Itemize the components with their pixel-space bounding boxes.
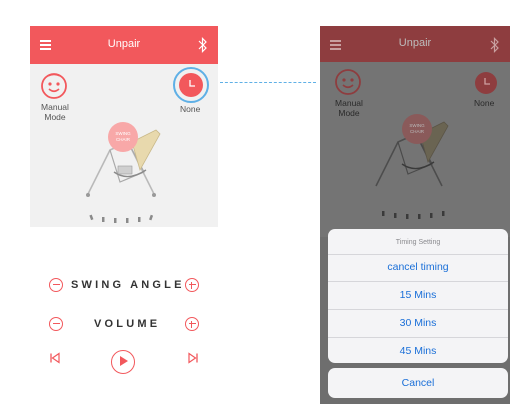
- play-button[interactable]: [111, 350, 135, 374]
- app-header-dimmed: Unpair: [320, 26, 510, 62]
- sheet-divider: [328, 254, 508, 255]
- swing-level-dots: [89, 214, 154, 223]
- cancel-sheet-button[interactable]: Cancel: [328, 368, 508, 398]
- phone-left: Unpair Manual Mode None SWING CHAIR SWIN…: [30, 26, 218, 398]
- timing-action-sheet: Timing Setting cancel timing 15 Mins 30 …: [328, 229, 508, 363]
- option-45-mins[interactable]: 45 Mins: [328, 345, 508, 357]
- clock-icon: [189, 80, 195, 87]
- badge-line2: CHAIR: [409, 129, 424, 134]
- swing-level-dots: [382, 211, 445, 219]
- phone-right: Unpair Manual Mode None SWING CHAIR Timi…: [320, 26, 510, 404]
- sheet-divider: [328, 281, 508, 282]
- option-30-mins[interactable]: 30 Mins: [328, 317, 508, 329]
- timer-button[interactable]: [179, 73, 203, 97]
- timer-value-label: None: [180, 104, 201, 114]
- bluetooth-icon[interactable]: [197, 36, 209, 54]
- header-title: Unpair: [398, 37, 432, 49]
- smiley-face-icon: [335, 69, 361, 95]
- next-track-icon[interactable]: [187, 352, 199, 364]
- volume-label: VOLUME: [94, 318, 161, 330]
- timer-button: [475, 72, 497, 94]
- timer-value-label: None: [474, 98, 495, 108]
- header-title[interactable]: Unpair: [30, 38, 218, 50]
- swing-angle-label: SWING ANGLE: [71, 279, 185, 291]
- badge-line2: CHAIR: [115, 137, 130, 142]
- sheet-divider: [328, 309, 508, 310]
- sheet-title: Timing Setting: [395, 239, 441, 246]
- swing-chair-badge: SWING CHAIR: [108, 122, 138, 152]
- mode-label-line1: Manual: [335, 98, 363, 108]
- swing-panel-dimmed: Manual Mode None SWING CHAIR: [320, 62, 510, 237]
- option-cancel-timing[interactable]: cancel timing: [328, 261, 508, 273]
- mode-label-line1: Manual: [41, 102, 69, 112]
- clock-icon: [484, 78, 490, 85]
- app-header: Unpair: [30, 26, 218, 64]
- cancel-label: Cancel: [401, 377, 435, 389]
- swing-chair-badge: SWING CHAIR: [402, 114, 432, 144]
- previous-track-icon[interactable]: [49, 352, 61, 364]
- option-15-mins[interactable]: 15 Mins: [328, 289, 508, 301]
- volume-decrease-button[interactable]: [49, 317, 63, 331]
- swing-angle-decrease-button[interactable]: [49, 278, 63, 292]
- bluetooth-icon: [490, 37, 499, 53]
- smiley-face-icon[interactable]: [40, 72, 68, 100]
- swing-panel: Manual Mode None SWING CHAIR: [30, 64, 218, 227]
- swing-angle-increase-button[interactable]: [185, 278, 199, 292]
- sheet-divider: [328, 337, 508, 338]
- mode-label-line2: Mode: [44, 112, 66, 122]
- callout-connector-line: [220, 82, 316, 83]
- volume-increase-button[interactable]: [185, 317, 199, 331]
- manual-mode-label: Manual Mode: [34, 102, 76, 122]
